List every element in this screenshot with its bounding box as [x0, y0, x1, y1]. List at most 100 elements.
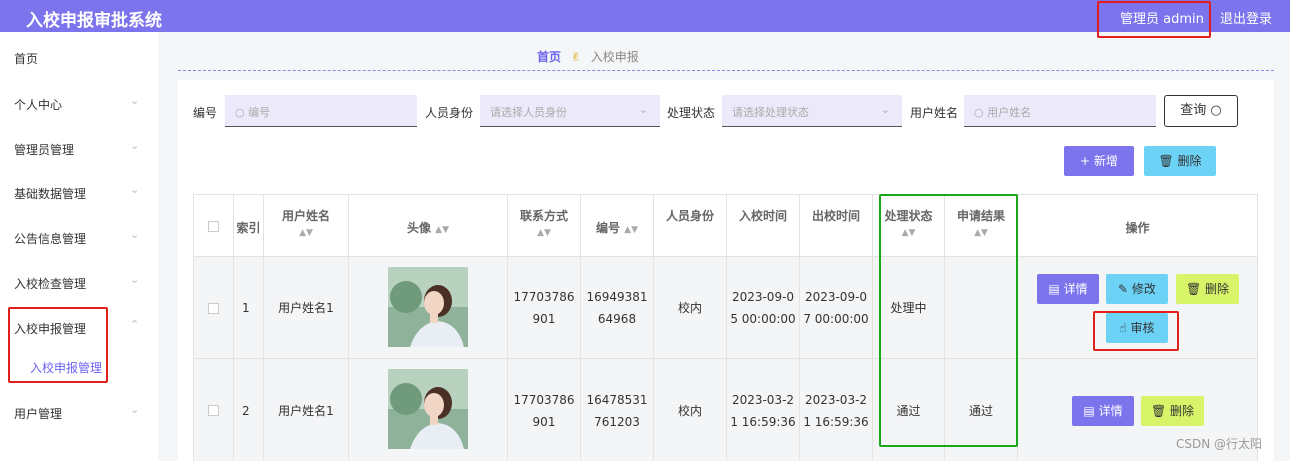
chevron-down-icon: ⌄ [130, 183, 140, 196]
row-checkbox[interactable] [208, 303, 219, 314]
sidebar-item-user-management[interactable]: 用户管理 ⌄ [0, 391, 158, 435]
delete-button[interactable]: 🗑 删除 [1141, 396, 1204, 426]
sidebar-item-label: 入校申报管理 [14, 322, 87, 336]
avatar-header[interactable]: 头像 ▲▼ [349, 195, 507, 257]
status-header[interactable]: 处理状态 ▲▼ [873, 195, 944, 257]
sidebar: 首页 个人中心 ⌄ 管理员管理 ⌄ 基础数据管理 ⌄ 公告信息管理 ⌄ 入校检查… [0, 32, 158, 461]
plus-icon: + [1080, 154, 1094, 168]
role-column: 人员身份 校内 校内 [654, 195, 727, 461]
avatar-image [388, 369, 468, 449]
status-column: 处理状态 ▲▼ 处理中 通过 [873, 195, 945, 461]
search-icon: ○ [1210, 103, 1222, 118]
name-search-input[interactable]: ○ 用户姓名 [964, 95, 1156, 127]
id-placeholder: ○ 编号 [235, 106, 271, 119]
hand-pointer-icon: ☝ [1119, 321, 1131, 335]
sidebar-item-label: 用户管理 [14, 407, 63, 421]
chevron-down-icon: ⌄ [130, 228, 140, 241]
breadcrumb-current: 入校申报 [590, 50, 639, 64]
chevron-down-icon: ⌄ [130, 403, 140, 416]
detail-button[interactable]: ▤ 详情 [1072, 396, 1134, 426]
chevron-down-icon: ⌄ [130, 273, 140, 286]
role-cell: 校内 [677, 301, 702, 315]
status-cell: 处理中 [890, 301, 927, 315]
sidebar-item-home[interactable]: 首页 [0, 36, 158, 80]
row-checkbox[interactable] [208, 405, 219, 416]
sort-icon[interactable]: ▲▼ [624, 225, 638, 235]
sidebar-item-basic-data[interactable]: 基础数据管理 ⌄ [0, 171, 158, 215]
in-time-cell: 2023-03-2 1 16:59:36 [730, 393, 796, 429]
role-select[interactable]: 请选择人员身份 ⌄ [480, 95, 660, 127]
out-time-cell: 2023-09-0 7 00:00:00 [803, 290, 869, 326]
delete-button[interactable]: 🗑 删除 [1176, 274, 1239, 304]
name-column: 用户姓名 ▲▼ 用户姓名1 用户姓名1 [264, 195, 349, 461]
trash-icon: 🗑 [1158, 154, 1178, 168]
phone-cell: 17703786 901 [513, 290, 575, 326]
sidebar-item-label: 基础数据管理 [14, 187, 87, 201]
id-label: 编号 [193, 106, 218, 120]
pencil-icon: ✎ [1118, 282, 1132, 296]
detail-button[interactable]: ▤ 详情 [1037, 274, 1099, 304]
avatar-column: 头像 ▲▼ [349, 195, 508, 461]
role-cell: 校内 [677, 404, 702, 418]
result-column: 申请结果 ▲▼ 通过 [945, 195, 1018, 461]
in-time-cell: 2023-09-0 5 00:00:00 [730, 290, 796, 326]
trash-icon: 🗑 [1185, 282, 1206, 296]
submenu-item-label: 入校申报管理 [30, 361, 103, 375]
id-header[interactable]: 编号 ▲▼ [581, 195, 653, 257]
id-cell: 16949381 64968 [586, 290, 648, 326]
phone-column: 联系方式 ▲▼ 17703786 901 17703786 901 [508, 195, 581, 461]
sort-icon[interactable]: ▲▼ [435, 225, 449, 235]
sidebar-item-label: 首页 [14, 52, 39, 66]
sidebar-item-announcements[interactable]: 公告信息管理 ⌄ [0, 216, 158, 260]
name-label: 用户姓名 [910, 106, 959, 120]
sidebar-item-admin-management[interactable]: 管理员管理 ⌄ [0, 127, 158, 171]
phone-cell: 17703786 901 [513, 393, 575, 429]
operations-header: 操作 [1125, 221, 1150, 235]
divider [178, 70, 1274, 71]
current-user: 管理员 admin [1120, 12, 1204, 27]
search-button[interactable]: 查询 ○ [1164, 95, 1238, 127]
role-header: 人员身份 [665, 209, 714, 223]
sidebar-item-entry-check[interactable]: 入校检查管理 ⌄ [0, 261, 158, 305]
sort-icon[interactable]: ▲▼ [945, 228, 1017, 238]
id-column: 编号 ▲▼ 16949381 64968 16478531 761203 [581, 195, 654, 461]
status-label: 处理状态 [667, 106, 716, 120]
app-title: 入校申报审批系统 [26, 11, 162, 31]
name-placeholder: ○ 用户姓名 [974, 106, 1032, 119]
result-header[interactable]: 申请结果 ▲▼ [945, 195, 1017, 257]
index-column: 索引 1 2 [234, 195, 264, 461]
index-header: 索引 [236, 221, 261, 235]
sidebar-item-label: 入校检查管理 [14, 277, 87, 291]
name-cell: 用户姓名1 [278, 404, 334, 418]
sort-icon[interactable]: ▲▼ [508, 228, 580, 238]
sort-icon[interactable]: ▲▼ [873, 228, 944, 238]
avatar [388, 267, 468, 347]
name-header[interactable]: 用户姓名 ▲▼ [264, 195, 348, 257]
select-all-checkbox[interactable] [208, 221, 219, 232]
checkbox-column [194, 195, 234, 461]
search-icon: ○ [235, 106, 249, 119]
add-button[interactable]: + 新增 [1064, 146, 1134, 176]
out-time-cell: 2023-03-2 1 16:59:36 [803, 393, 869, 429]
phone-header[interactable]: 联系方式 ▲▼ [508, 195, 580, 257]
logout-link[interactable]: 退出登录 [1220, 8, 1272, 27]
in-time-column: 入校时间 2023-09-0 5 00:00:00 2023-03-2 1 16:5… [727, 195, 800, 461]
name-cell: 用户姓名1 [278, 301, 334, 315]
sort-icon[interactable]: ▲▼ [264, 228, 348, 238]
role-placeholder: 请选择人员身份 [490, 106, 567, 119]
sidebar-item-entry-declaration[interactable]: 入校申报管理 ⌃ [0, 306, 158, 350]
in-time-header: 入校时间 [738, 209, 787, 223]
submenu-item-entry-declaration[interactable]: 入校申报管理 [0, 354, 158, 380]
out-time-column: 出校时间 2023-09-0 7 00:00:00 2023-03-2 1 16:5… [800, 195, 873, 461]
search-button-label: 查询 [1180, 103, 1207, 118]
edit-button[interactable]: ✎ 修改 [1106, 274, 1168, 304]
hand-icon: ✌ [570, 50, 581, 64]
id-search-input[interactable]: ○ 编号 [225, 95, 417, 127]
sidebar-item-label: 管理员管理 [14, 143, 75, 157]
sidebar-item-personal-center[interactable]: 个人中心 ⌄ [0, 82, 158, 126]
breadcrumb-home[interactable]: 首页 [537, 50, 561, 64]
review-button[interactable]: ☝ 审核 [1106, 313, 1168, 343]
batch-delete-button[interactable]: 🗑 删除 [1144, 146, 1216, 176]
status-select[interactable]: 请选择处理状态 ⌄ [722, 95, 902, 127]
status-placeholder: 请选择处理状态 [732, 106, 809, 119]
